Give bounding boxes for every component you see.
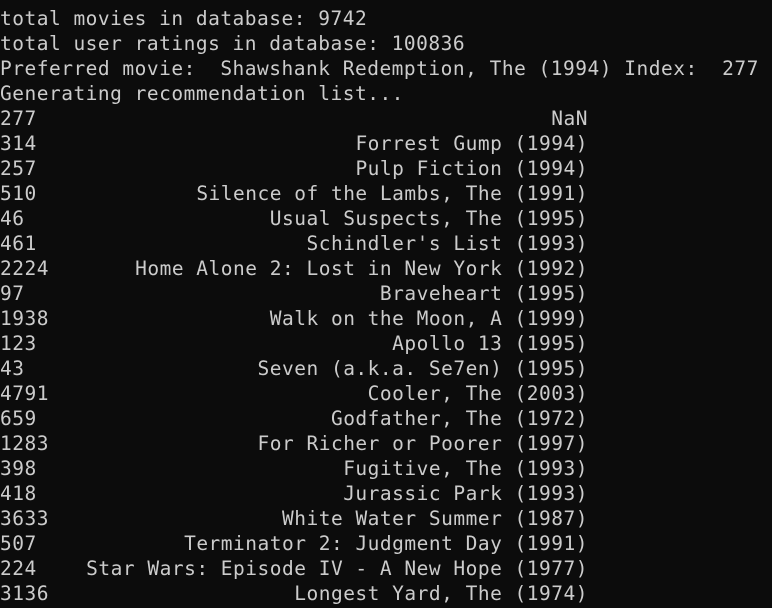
recommendation-index: 507: [0, 532, 37, 555]
recommendation-row: 43 Seven (a.k.a. Se7en) (1995): [0, 356, 772, 381]
recommendation-index: 4791: [0, 382, 49, 405]
recommendation-index: 46: [0, 207, 25, 230]
recommendation-row: 224 Star Wars: Episode IV - A New Hope (1…: [0, 556, 772, 581]
recommendation-title: Jurassic Park (1993): [343, 482, 588, 505]
recommendation-row: 97 Braveheart (1995): [0, 281, 772, 306]
recommendation-title: White Water Summer (1987): [282, 507, 588, 530]
preferred-movie-line: Preferred movie: Shawshank Redemption, T…: [0, 57, 759, 80]
recommendation-index: 398: [0, 457, 37, 480]
recommendation-row: 4791 Cooler, The (2003): [0, 381, 772, 406]
recommendation-title: Cooler, The (2003): [367, 382, 588, 405]
total-ratings-line: total user ratings in database: 100836: [0, 32, 466, 55]
recommendation-row: 314 Forrest Gump (1994): [0, 131, 772, 156]
recommendation-row: 2224 Home Alone 2: Lost in New York (1992…: [0, 256, 772, 281]
recommendation-index: 659: [0, 407, 37, 430]
recommendation-row: 123 Apollo 13 (1995): [0, 331, 772, 356]
recommendation-title: Schindler's List (1993): [306, 232, 588, 255]
recommendation-index: 1938: [0, 307, 49, 330]
recommendation-title: Fugitive, The (1993): [343, 457, 588, 480]
recommendation-row: 3633 White Water Summer (1987): [0, 506, 772, 531]
recommendation-row: 418 Jurassic Park (1993): [0, 481, 772, 506]
recommendation-title: Silence of the Lambs, The (1991): [196, 182, 588, 205]
recommendation-index: 43: [0, 357, 25, 380]
recommendation-title: For Richer or Poorer (1997): [257, 432, 588, 455]
recommendation-index: 277: [0, 107, 37, 130]
recommendation-title: Seven (a.k.a. Se7en) (1995): [257, 357, 588, 380]
recommendation-title: Home Alone 2: Lost in New York (1992): [135, 257, 588, 280]
recommendation-index: 418: [0, 482, 37, 505]
recommendation-title: Forrest Gump (1994): [355, 132, 588, 155]
recommendation-index: 1283: [0, 432, 49, 455]
recommendation-title: NaN: [551, 107, 588, 130]
recommendation-row: 277 NaN: [0, 106, 772, 131]
recommendation-list: 277 NaN 314 Forrest Gump (1994) 257 Pulp Fict…: [0, 106, 772, 606]
recommendation-row: 3136 Longest Yard, The (1974): [0, 581, 772, 606]
recommendation-title: Braveheart (1995): [379, 282, 588, 305]
recommendation-row: 461 Schindler's List (1993): [0, 231, 772, 256]
terminal-output[interactable]: total movies in database: 9742 total use…: [0, 6, 772, 608]
total-movies-line: total movies in database: 9742: [0, 7, 368, 30]
recommendation-row: 1938 Walk on the Moon, A (1999): [0, 306, 772, 331]
recommendation-row: 1283 For Richer or Poorer (1997): [0, 431, 772, 456]
recommendation-title: Star Wars: Episode IV - A New Hope (1977…: [86, 557, 588, 580]
recommendation-index: 461: [0, 232, 37, 255]
recommendation-title: Godfather, The (1972): [330, 407, 588, 430]
recommendation-index: 224: [0, 557, 37, 580]
generating-line: Generating recommendation list...: [0, 82, 404, 105]
recommendation-index: 97: [0, 282, 25, 305]
recommendation-row: 510 Silence of the Lambs, The (1991): [0, 181, 772, 206]
recommendation-row: 46 Usual Suspects, The (1995): [0, 206, 772, 231]
recommendation-row: 398 Fugitive, The (1993): [0, 456, 772, 481]
recommendation-index: 2224: [0, 257, 49, 280]
recommendation-title: Usual Suspects, The (1995): [269, 207, 588, 230]
recommendation-title: Apollo 13 (1995): [392, 332, 588, 355]
recommendation-row: 507 Terminator 2: Judgment Day (1991): [0, 531, 772, 556]
recommendation-title: Pulp Fiction (1994): [355, 157, 588, 180]
recommendation-row: 257 Pulp Fiction (1994): [0, 156, 772, 181]
recommendation-index: 314: [0, 132, 37, 155]
recommendation-index: 257: [0, 157, 37, 180]
recommendation-index: 3136: [0, 582, 49, 605]
recommendation-title: Longest Yard, The (1974): [294, 582, 588, 605]
recommendation-row: 659 Godfather, The (1972): [0, 406, 772, 431]
recommendation-index: 123: [0, 332, 37, 355]
recommendation-index: 510: [0, 182, 37, 205]
recommendation-title: Walk on the Moon, A (1999): [269, 307, 588, 330]
recommendation-index: 3633: [0, 507, 49, 530]
recommendation-title: Terminator 2: Judgment Day (1991): [184, 532, 588, 555]
